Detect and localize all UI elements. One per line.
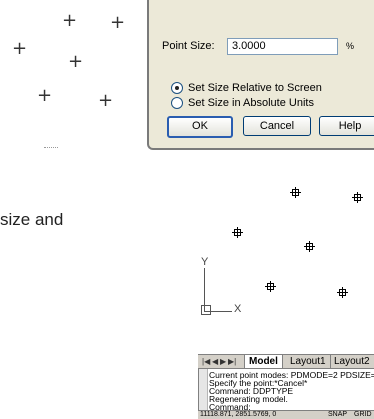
command-prompt-input[interactable]: Command: — [209, 403, 251, 410]
point-marker — [232, 227, 243, 238]
ok-button[interactable]: OK — [167, 116, 233, 138]
point-marker — [290, 187, 301, 198]
status-bar: 11118.871, 2851.5769, 0 SNAP GRID — [198, 411, 374, 419]
cancel-button[interactable]: Cancel — [243, 116, 311, 136]
radio-absolute-units[interactable]: Set Size in Absolute Units — [171, 97, 314, 109]
plus-point-marker: + — [98, 90, 114, 111]
plus-point-marker: + — [62, 10, 78, 31]
plus-point-marker: + — [12, 38, 28, 59]
radio-unselected-icon[interactable] — [171, 97, 183, 109]
point-size-label: Point Size: — [162, 40, 215, 52]
point-size-input[interactable]: 3.0000 — [227, 38, 338, 55]
caption-text: size and — [0, 210, 64, 229]
radio-relative-to-screen[interactable]: Set Size Relative to Screen — [171, 82, 322, 94]
snap-toggle[interactable]: SNAP — [328, 411, 347, 419]
dialog-top-area — [149, 0, 374, 32]
tab-nav-next-icon[interactable]: ▶ — [220, 355, 226, 368]
point-marker — [265, 281, 276, 292]
ucs-x-label: X — [234, 303, 242, 315]
percent-unit: % — [346, 41, 355, 51]
tab-nav-first-icon[interactable]: |◀ — [202, 355, 210, 368]
tab-nav-prev-icon[interactable]: ◀ — [212, 355, 218, 368]
layout-tab-bar: |◀ ◀ ▶ ▶| Model Layout1 Layout2 — [198, 354, 374, 369]
radio-relative-label: Set Size Relative to Screen — [188, 82, 322, 94]
coordinate-readout: 11118.871, 2851.5769, 0 — [200, 411, 277, 418]
ucs-origin-box — [201, 305, 211, 315]
tab-layout1[interactable]: Layout1 — [286, 355, 331, 368]
command-window-gutter — [199, 369, 208, 410]
tab-nav-last-icon[interactable]: ▶| — [228, 355, 236, 368]
tab-layout2[interactable]: Layout2 — [330, 355, 374, 368]
command-window: Current point modes: PDMODE=2 PDSIZE=-3.… — [198, 368, 374, 411]
plus-point-marker: + — [68, 51, 84, 72]
point-marker — [304, 241, 315, 252]
tab-model[interactable]: Model — [244, 355, 283, 368]
help-button[interactable]: Help — [319, 116, 374, 136]
partial-mark — [44, 147, 58, 150]
radio-absolute-label: Set Size in Absolute Units — [188, 97, 314, 109]
point-marker — [352, 192, 363, 203]
grid-toggle[interactable]: GRID — [354, 411, 372, 419]
point-marker — [337, 287, 348, 298]
ucs-y-label: Y — [201, 256, 209, 268]
plus-point-marker: + — [110, 12, 126, 33]
point-style-dialog: Point Size: 3.0000 % Set Size Relative t… — [147, 0, 374, 150]
radio-selected-icon[interactable] — [171, 82, 183, 94]
plus-point-marker: + — [37, 85, 53, 106]
